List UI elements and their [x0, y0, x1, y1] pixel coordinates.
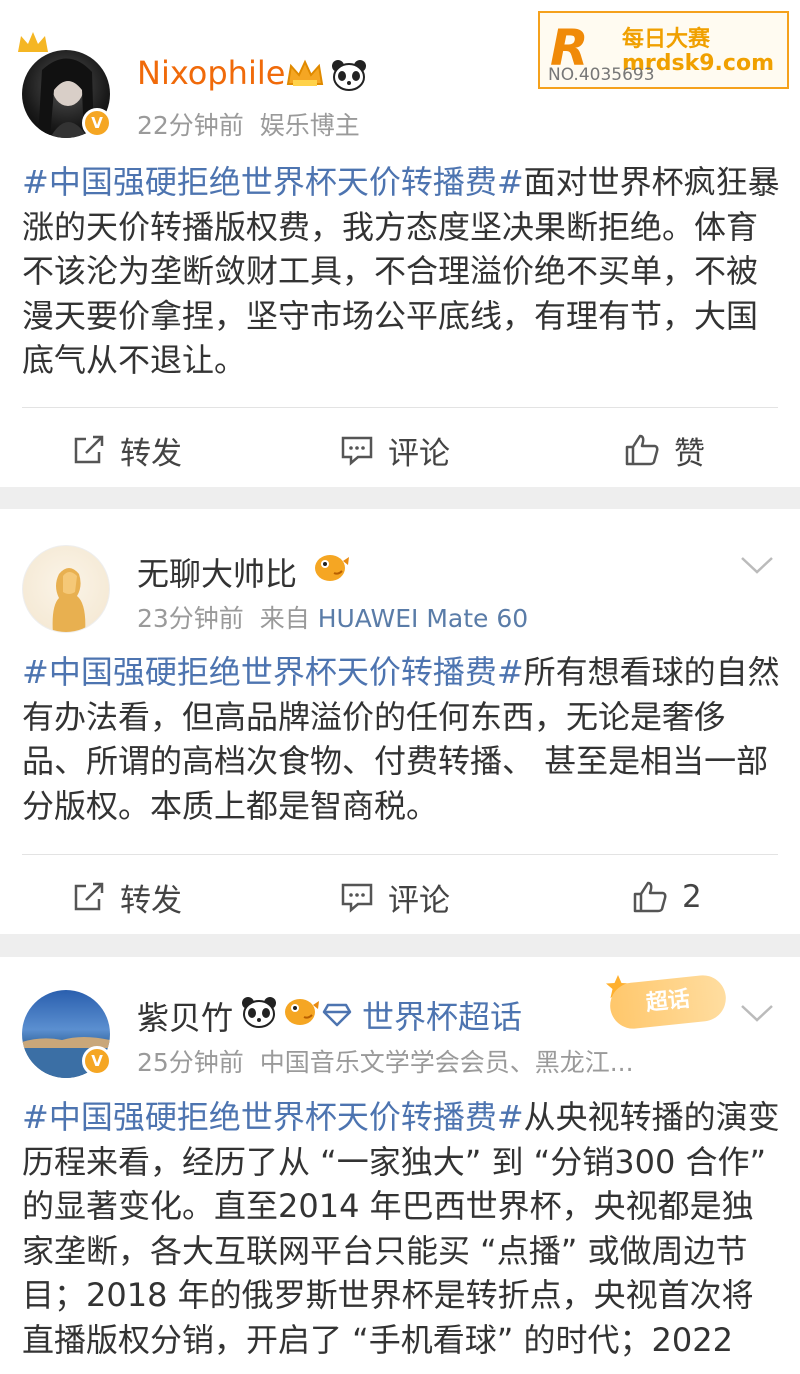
post-card: V 紫贝竹 世界杯超话 超话 25分钟前 中国音乐文学学会会员、黑龙江... #…: [0, 957, 800, 1374]
post-meta: 25分钟前 中国音乐文学学会会员、黑龙江...: [137, 1043, 634, 1079]
post-source: 中国音乐文学学会会员、黑龙江...: [259, 1048, 634, 1077]
divider: [22, 407, 778, 408]
post-time: 25分钟前: [137, 1048, 244, 1077]
user-name[interactable]: Nixophile: [137, 54, 285, 92]
watermark: R 每日大赛 mrdsk9.com NO.4035693: [538, 11, 789, 89]
divider: [22, 854, 778, 855]
post-meta: 23分钟前 来自 HUAWEI Mate 60: [137, 599, 528, 635]
like-label: 赞: [674, 435, 705, 472]
comment-button[interactable]: 评论: [340, 865, 450, 929]
action-bar: 转发 评论 赞: [0, 418, 800, 482]
fish-icon: [315, 555, 349, 581]
repost-icon: [74, 435, 104, 464]
panda-icon: [242, 997, 276, 1028]
post-text[interactable]: #中国强硬拒绝世界杯天价转播费#所有想看球的自然有办法看，但高品牌溢价的任何东西…: [22, 650, 782, 828]
post-source: 娱乐博主: [259, 111, 360, 140]
comment-icon: [341, 883, 373, 913]
topic-link[interactable]: 世界杯超话: [322, 992, 522, 1038]
action-bar: 转发 评论 2: [0, 865, 800, 929]
panda-icon: [332, 60, 366, 91]
hashtag-link[interactable]: #中国强硬拒绝世界杯天价转播费#: [22, 1098, 524, 1136]
comment-icon: [341, 436, 373, 466]
like-button[interactable]: 赞: [624, 418, 705, 482]
repost-icon: [74, 882, 104, 911]
crown-icon: [18, 32, 48, 52]
like-button[interactable]: 2: [632, 865, 702, 929]
repost-label: 转发: [120, 435, 182, 472]
post-card: 无聊大帅比 23分钟前 来自 HUAWEI Mate 60 #中国强硬拒绝世界杯…: [0, 509, 800, 934]
topic-label: 世界杯超话: [362, 998, 523, 1036]
hashtag-link[interactable]: #中国强硬拒绝世界杯天价转播费#: [22, 163, 524, 201]
comment-button[interactable]: 评论: [340, 418, 450, 482]
verified-badge: V: [82, 108, 112, 138]
verified-badge: V: [82, 1046, 112, 1076]
post-card: V Nixophile 22分钟前 娱乐博主 R 每日大赛 mrdsk9.com…: [0, 0, 800, 487]
chevron-down-icon[interactable]: [740, 555, 774, 575]
diamond-icon: [322, 1003, 352, 1027]
like-icon: [625, 434, 659, 466]
fish-icon: [285, 999, 319, 1025]
repost-button[interactable]: 转发: [72, 865, 182, 929]
like-count: 2: [682, 879, 702, 915]
post-text[interactable]: #中国强硬拒绝世界杯天价转播费#从央视转播的演变历程来看，经历了从 “一家独大”…: [22, 1095, 782, 1362]
post-source[interactable]: HUAWEI Mate 60: [318, 604, 529, 633]
comment-label: 评论: [388, 882, 450, 919]
post-body: 从央视转播的演变历程来看，经历了从 “一家独大” 到 “分销300 合作” 的显…: [22, 1098, 780, 1359]
post-meta: 22分钟前 娱乐博主: [137, 106, 360, 142]
repost-button[interactable]: 转发: [72, 418, 182, 482]
comment-label: 评论: [388, 435, 450, 472]
avatar[interactable]: [22, 545, 110, 633]
crown-icon: [286, 59, 324, 86]
chevron-down-icon[interactable]: [740, 1003, 774, 1023]
user-name[interactable]: 无聊大帅比: [137, 549, 297, 595]
hashtag-link[interactable]: #中国强硬拒绝世界杯天价转播费#: [22, 653, 524, 691]
post-time: 23分钟前: [137, 604, 244, 633]
watermark-title: 每日大赛: [622, 27, 711, 52]
post-time: 22分钟前: [137, 111, 244, 140]
user-name[interactable]: 紫贝竹: [137, 993, 233, 1039]
post-source-prefix: 来自: [259, 604, 310, 633]
post-text[interactable]: #中国强硬拒绝世界杯天价转播费#面对世界杯疯狂暴涨的天价转播版权费，我方态度坚决…: [22, 160, 782, 383]
like-icon: [633, 881, 667, 913]
watermark-number: NO.4035693: [548, 65, 655, 85]
repost-label: 转发: [120, 882, 182, 919]
